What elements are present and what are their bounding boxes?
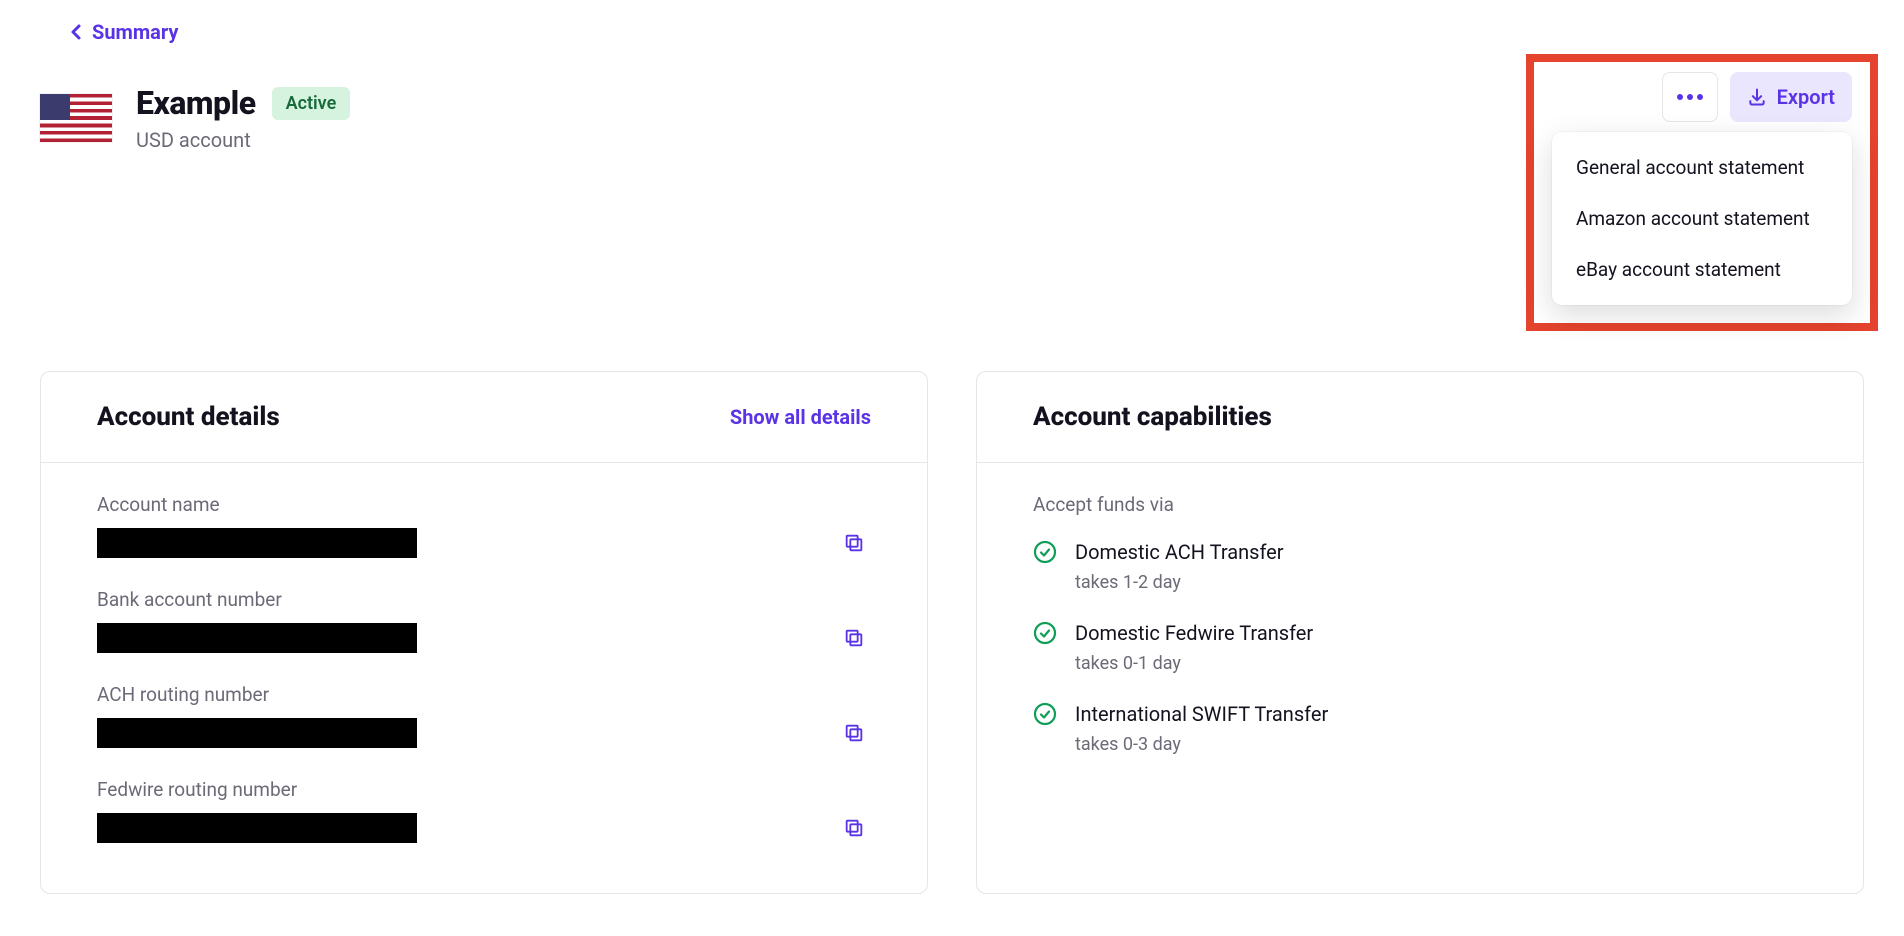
export-label: Export [1777, 85, 1835, 109]
page-subtitle: USD account [136, 128, 350, 152]
field-fedwire-routing-number: Fedwire routing number [97, 778, 871, 845]
dropdown-item-ebay[interactable]: eBay account statement [1552, 244, 1852, 295]
field-label: ACH routing number [97, 683, 871, 706]
account-details-card: Account details Show all details Account… [40, 371, 928, 894]
export-dropdown: General account statement Amazon account… [1552, 132, 1852, 305]
copy-icon [843, 627, 865, 649]
check-circle-icon [1033, 702, 1057, 730]
capability-name: Domestic ACH Transfer [1075, 540, 1284, 564]
copy-icon [843, 817, 865, 839]
breadcrumb[interactable]: Summary [70, 20, 178, 44]
capability-name: International SWIFT Transfer [1075, 702, 1328, 726]
capability-note: takes 1-2 day [1075, 572, 1284, 593]
capability-note: takes 0-3 day [1075, 734, 1328, 755]
page-title: Example [136, 84, 256, 122]
status-badge: Active [272, 87, 351, 120]
flag-us-icon [40, 94, 112, 142]
redacted-value [97, 813, 417, 843]
check-circle-icon [1033, 621, 1057, 649]
export-button[interactable]: Export [1730, 72, 1852, 122]
chevron-left-icon [70, 23, 82, 41]
field-ach-routing-number: ACH routing number [97, 683, 871, 750]
field-label: Account name [97, 493, 871, 516]
redacted-value [97, 623, 417, 653]
field-label: Fedwire routing number [97, 778, 871, 801]
copy-button[interactable] [837, 716, 871, 750]
download-icon [1747, 87, 1767, 107]
dropdown-item-amazon[interactable]: Amazon account statement [1552, 193, 1852, 244]
capability-note: takes 0-1 day [1075, 653, 1313, 674]
copy-button[interactable] [837, 526, 871, 560]
check-circle-icon [1033, 540, 1057, 568]
field-account-name: Account name [97, 493, 871, 560]
capability-item: Domestic Fedwire Transfer takes 0-1 day [1033, 621, 1807, 674]
field-bank-account-number: Bank account number [97, 588, 871, 655]
redacted-value [97, 718, 417, 748]
account-capabilities-card: Account capabilities Accept funds via Do… [976, 371, 1864, 894]
copy-button[interactable] [837, 811, 871, 845]
details-card-title: Account details [97, 402, 280, 432]
page-header: Example Active USD account Export Genera… [40, 84, 1864, 331]
capabilities-card-title: Account capabilities [1033, 402, 1272, 432]
more-button[interactable] [1662, 72, 1718, 122]
copy-button[interactable] [837, 621, 871, 655]
field-label: Bank account number [97, 588, 871, 611]
title-block: Example Active USD account [136, 84, 350, 152]
capability-item: International SWIFT Transfer takes 0-3 d… [1033, 702, 1807, 755]
copy-icon [843, 532, 865, 554]
account-header: Example Active USD account [40, 84, 350, 152]
copy-icon [843, 722, 865, 744]
action-area-highlight: Export General account statement Amazon … [1526, 54, 1878, 331]
dropdown-item-general[interactable]: General account statement [1552, 142, 1852, 193]
breadcrumb-label: Summary [92, 20, 178, 44]
redacted-value [97, 528, 417, 558]
capability-name: Domestic Fedwire Transfer [1075, 621, 1313, 645]
accept-funds-label: Accept funds via [1033, 493, 1807, 516]
more-icon [1677, 94, 1703, 100]
capability-item: Domestic ACH Transfer takes 1-2 day [1033, 540, 1807, 593]
show-all-details-link[interactable]: Show all details [730, 405, 871, 429]
